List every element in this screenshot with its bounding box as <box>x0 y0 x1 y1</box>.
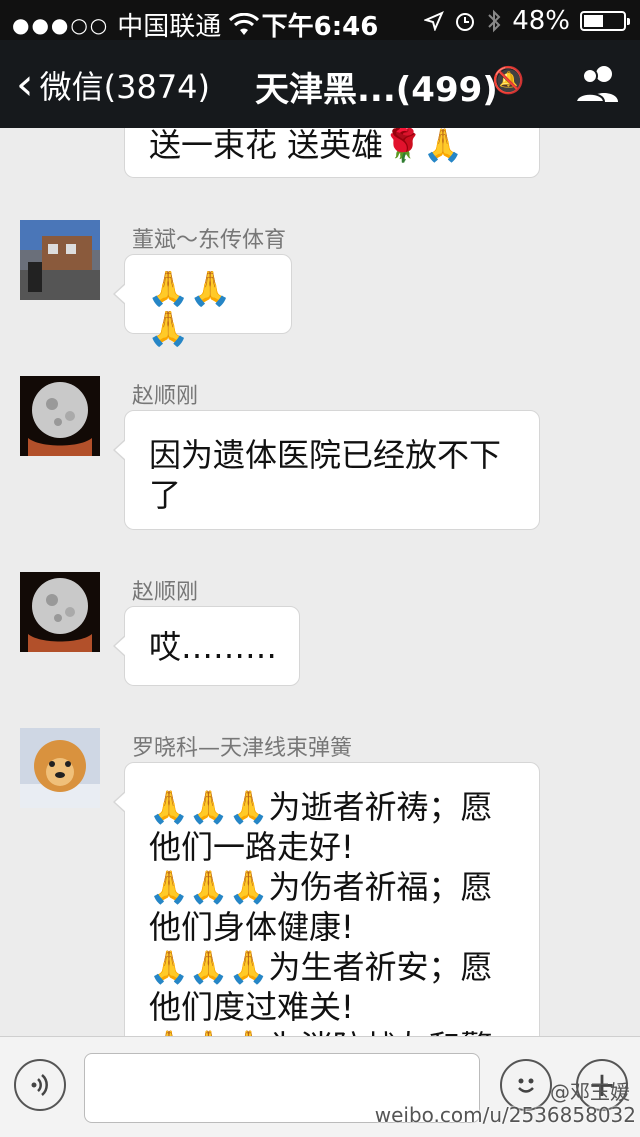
smiley-icon <box>518 1078 534 1093</box>
avatar[interactable] <box>20 220 100 300</box>
sender-name: 董斌～东传体育 <box>132 228 287 253</box>
alarm-icon <box>456 13 475 31</box>
avatar[interactable] <box>20 376 100 456</box>
status-bar: ●●●○○ 中国联通 下午6:46 48% <box>0 0 640 42</box>
avatar[interactable] <box>20 728 100 808</box>
back-label: 微信(3874) <box>39 68 211 106</box>
message-text: 哎……… <box>149 628 278 666</box>
sender-name: 赵顺刚 <box>132 384 199 409</box>
message-text: 因为遗体医院已经放不下了 <box>149 436 502 514</box>
message-line: 他们一路走好! <box>149 828 354 866</box>
message-line: 🙏🙏🙏为逝者祈祷；愿 <box>149 788 493 826</box>
voice-icon <box>31 1074 48 1096</box>
message-bubble[interactable]: 🙏🙏🙏为逝者祈祷；愿 他们一路走好! 🙏🙏🙏为伤者祈福；愿 他们身体健康! 🙏🙏… <box>113 762 540 1036</box>
chevron-left-icon: ‹ <box>16 59 34 110</box>
nav-bar: ‹ 微信(3874) 天津黑...(499) 🔕 <box>0 40 640 128</box>
message-bubble[interactable]: 🙏🙏🙏 <box>113 254 292 349</box>
group-members-icon[interactable] <box>574 62 620 104</box>
message-bubble[interactable]: 送一束花 送英雄🌹🙏 <box>124 128 540 178</box>
sender-name: 赵顺刚 <box>132 580 199 605</box>
avatar[interactable] <box>20 572 100 652</box>
battery-icon <box>580 11 630 31</box>
message-bubble[interactable]: 因为遗体医院已经放不下了 <box>113 410 540 530</box>
chat-title: 天津黑...(499) <box>255 70 498 110</box>
voice-input-button[interactable] <box>14 1059 66 1111</box>
message-line: 🙏🙏🙏为消防战友和警 <box>149 1027 515 1036</box>
mute-icon: 🔕 <box>492 66 525 96</box>
message-line: 🙏🙏🙏为生者祈安；愿 <box>149 948 493 986</box>
sender-name: 罗晓科—天津线束弹簧 <box>132 736 353 761</box>
message-text: 🙏🙏🙏 <box>147 269 232 349</box>
watermark-url: weibo.com/u/2536858032 <box>374 1103 636 1127</box>
input-bar: + @邓玉媛 weibo.com/u/2536858032 <box>0 1036 640 1137</box>
message-bubble[interactable]: 哎……… <box>113 606 300 686</box>
chat-area[interactable]: 送一束花 送英雄🌹🙏 董斌～东传体育 🙏🙏🙏 赵顺刚 因为遗体医院已经放不下了 <box>0 128 640 1036</box>
watermark-user: @邓玉媛 <box>550 1080 630 1104</box>
location-icon <box>424 11 445 31</box>
message-line: 他们度过难关! <box>149 988 354 1026</box>
battery-percent: 48% <box>512 6 570 36</box>
status-right: 48% <box>424 6 630 36</box>
back-button[interactable]: ‹ 微信(3874) <box>16 62 210 108</box>
message-line: 🙏🙏🙏为伤者祈福；愿 <box>149 868 493 906</box>
bluetooth-icon <box>488 9 501 33</box>
message-text: 送一束花 送英雄🌹🙏 <box>149 128 463 164</box>
message-line: 他们身体健康! <box>149 908 354 946</box>
